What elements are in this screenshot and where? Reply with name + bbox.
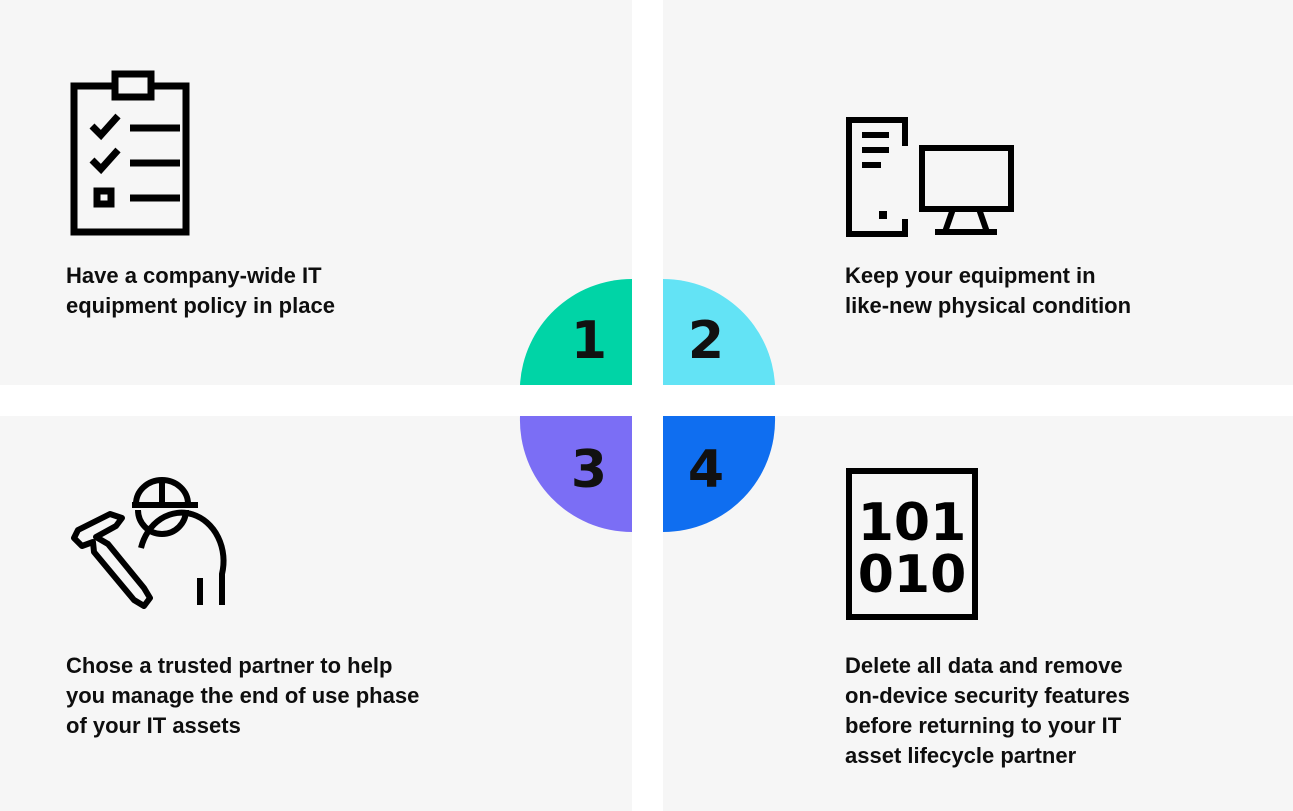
- step-1-text: Have a company-wide IT equipment policy …: [66, 263, 335, 318]
- binary-row-2: 010: [858, 545, 967, 605]
- step-4-text: Delete all data and remove on-device sec…: [845, 653, 1130, 768]
- step-2-text: Keep your equipment in like-new physical…: [845, 263, 1132, 318]
- step-4-panel: Delete all data and remove on-device sec…: [663, 416, 1293, 811]
- step-3-text: Chose a trusted partner to help you mana…: [66, 653, 420, 738]
- binary-data-icon: 101 010: [846, 468, 978, 620]
- desktop-computer-icon: [846, 117, 1014, 237]
- technician-wrench-icon: [71, 477, 227, 609]
- binary-row-1: 101: [858, 493, 967, 553]
- clipboard-checklist-icon: [70, 70, 190, 236]
